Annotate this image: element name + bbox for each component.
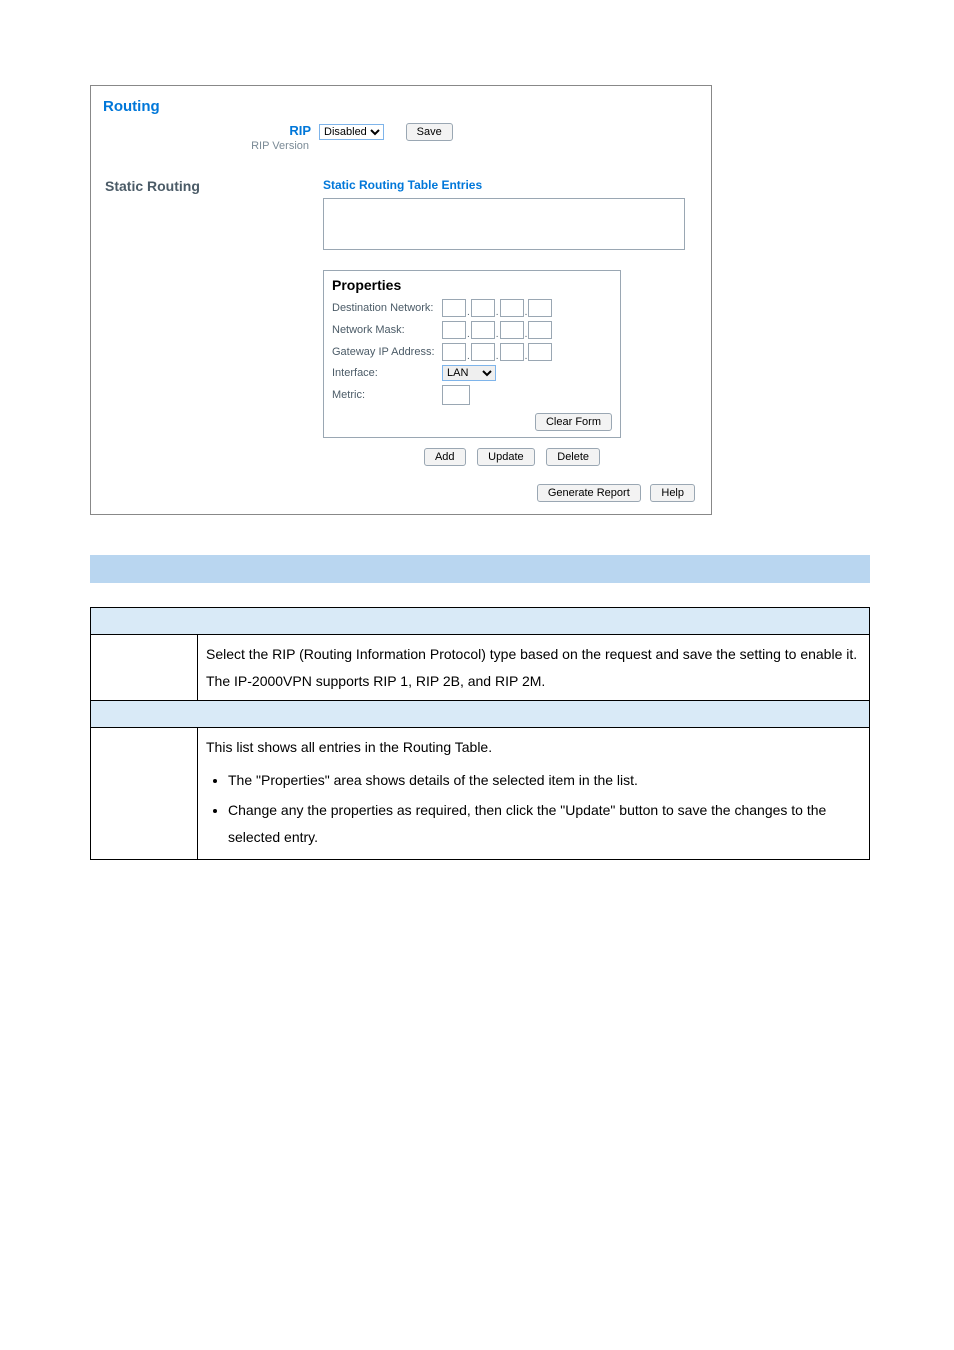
dest-octet-3[interactable] xyxy=(500,299,524,317)
static-desc-line1: This list shows all entries in the Routi… xyxy=(206,734,861,761)
add-button[interactable]: Add xyxy=(424,448,466,466)
rip-section-header xyxy=(91,608,870,635)
dest-octet-1[interactable] xyxy=(442,299,466,317)
gateway-label: Gateway IP Address: xyxy=(332,346,442,358)
rip-version-label: RIP Version xyxy=(251,140,311,152)
routing-panel: Routing RIP RIP Version Disabled Save St… xyxy=(90,85,712,515)
dest-octet-4[interactable] xyxy=(528,299,552,317)
interface-label: Interface: xyxy=(332,367,442,379)
netmask-label: Network Mask: xyxy=(332,324,442,336)
rip-desc-cell: Select the RIP (Routing Information Prot… xyxy=(198,635,870,701)
metric-label: Metric: xyxy=(332,389,442,401)
clear-form-button[interactable]: Clear Form xyxy=(535,413,612,431)
dest-network-label: Destination Network: xyxy=(332,302,442,314)
properties-box: Properties Destination Network: . . . Ne… xyxy=(323,270,621,438)
update-button[interactable]: Update xyxy=(477,448,534,466)
static-desc-cell: This list shows all entries in the Routi… xyxy=(198,728,870,859)
static-key-cell xyxy=(91,728,198,859)
rip-desc-line1: Select the RIP (Routing Information Prot… xyxy=(206,641,861,668)
gw-octet-3[interactable] xyxy=(500,343,524,361)
interface-select[interactable]: LAN xyxy=(442,365,496,381)
mask-octet-1[interactable] xyxy=(442,321,466,339)
mask-octet-2[interactable] xyxy=(471,321,495,339)
rip-version-select[interactable]: Disabled xyxy=(319,124,384,140)
gw-octet-2[interactable] xyxy=(471,343,495,361)
rip-label: RIP xyxy=(161,123,311,138)
rip-desc-line2: The IP-2000VPN supports RIP 1, RIP 2B, a… xyxy=(206,668,861,695)
mask-octet-3[interactable] xyxy=(500,321,524,339)
rip-key-cell xyxy=(91,635,198,701)
delete-button[interactable]: Delete xyxy=(546,448,600,466)
metric-input[interactable] xyxy=(442,385,470,405)
gw-octet-4[interactable] xyxy=(528,343,552,361)
entries-title: Static Routing Table Entries xyxy=(323,178,701,194)
gw-octet-1[interactable] xyxy=(442,343,466,361)
help-button[interactable]: Help xyxy=(650,484,695,502)
dest-octet-2[interactable] xyxy=(471,299,495,317)
description-table: Select the RIP (Routing Information Prot… xyxy=(90,607,870,860)
save-button[interactable]: Save xyxy=(406,123,453,141)
static-bullet-1: The "Properties" area shows details of t… xyxy=(228,765,861,796)
mask-octet-4[interactable] xyxy=(528,321,552,339)
panel-title: Routing xyxy=(101,94,701,119)
section-band xyxy=(90,555,870,583)
static-routing-header: Static Routing xyxy=(101,178,323,194)
properties-title: Properties xyxy=(332,277,612,297)
routing-entries-list[interactable] xyxy=(323,198,685,250)
static-bullet-2: Change any the properties as required, t… xyxy=(228,795,861,852)
generate-report-button[interactable]: Generate Report xyxy=(537,484,641,502)
static-section-header xyxy=(91,701,870,728)
